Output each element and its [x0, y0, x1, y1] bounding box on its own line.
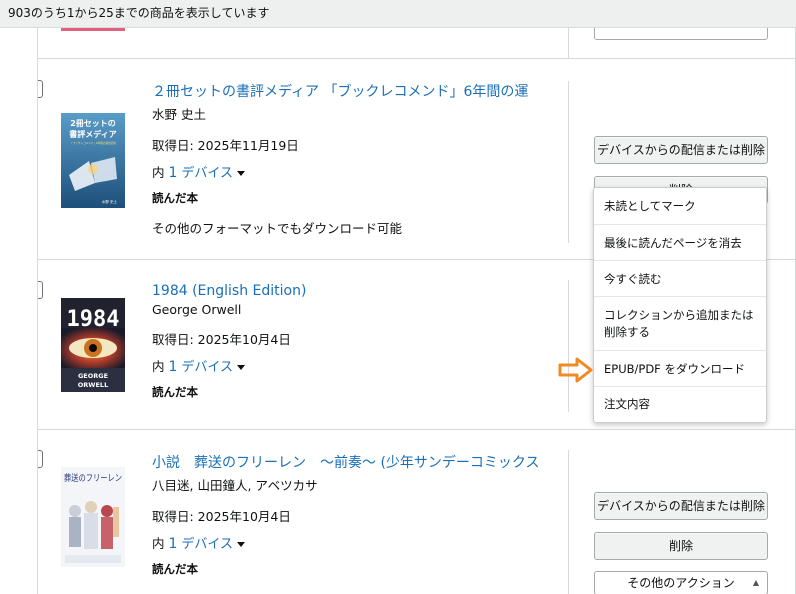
caret-down-icon	[237, 542, 246, 547]
device-prefix: 内	[152, 165, 165, 180]
list-item: 葬送のフリーレン 小説 葬送のフリーレン ～前奏～ (少年サンデーコミックス 八…	[38, 430, 795, 594]
acquired-date: 取得日: 2025年10月4日	[152, 332, 291, 347]
device-count: 1	[168, 536, 178, 552]
book-cover-image: 葬送のフリーレン	[61, 467, 125, 567]
device-label: デバイス	[181, 537, 234, 552]
device-count: 1	[168, 165, 178, 181]
cover-title-line2: 書評メディア	[69, 129, 116, 139]
book-title-link[interactable]: 小説 葬送のフリーレン ～前奏～ (少年サンデーコミックス	[152, 452, 542, 472]
item-details: 小説 葬送のフリーレン ～前奏～ (少年サンデーコミックス 八目迷, 山田鐘人,…	[152, 452, 542, 577]
device-label: デバイス	[181, 166, 234, 181]
more-actions-menu: 未読としてマーク 最後に読んだページを消去 今すぐ読む コレクションから追加また…	[593, 187, 768, 423]
column-divider	[568, 450, 569, 594]
menu-item-read-now[interactable]: 今すぐ読む	[594, 261, 766, 297]
column-divider	[568, 81, 569, 243]
book-author: 水野 史土	[152, 107, 206, 122]
cover-author: 水野 史土	[102, 199, 118, 204]
menu-item-order-details[interactable]: 注文内容	[594, 387, 766, 422]
cover-subtitle: 「ブックレコメンド」6年間の運営記録	[70, 141, 116, 145]
more-actions-label: その他のアクション	[627, 576, 735, 590]
read-status: 読んだ本	[152, 191, 198, 205]
book-cover: 2冊セットの 書評メディア 「ブックレコメンド」6年間の運営記録 水野 史土	[61, 113, 125, 208]
cover-title: 1984	[67, 307, 120, 332]
list-item-previous	[38, 28, 795, 59]
more-actions-button-partial[interactable]	[594, 28, 768, 40]
cover-title-line1: 2冊セットの	[70, 119, 116, 128]
book-cover-image: 2冊セットの 書評メディア 「ブックレコメンド」6年間の運営記録 水野 史土	[61, 113, 125, 208]
item-details: 1984 (English Edition) George Orwell 取得日…	[152, 283, 542, 400]
more-actions-button[interactable]: その他のアクション ▲︎	[594, 571, 768, 594]
deliver-or-delete-button[interactable]: デバイスからの配信または削除	[594, 136, 768, 164]
menu-item-mark-unread[interactable]: 未読としてマーク	[594, 188, 766, 225]
cover-author-line2: ORWELL	[78, 381, 108, 389]
acquired-date: 取得日: 2025年10月4日	[152, 509, 291, 524]
item-checkbox[interactable]	[38, 80, 43, 98]
column-divider	[568, 280, 569, 412]
column-divider	[568, 28, 569, 59]
deliver-or-delete-button[interactable]: デバイスからの配信または削除	[594, 492, 768, 520]
book-cover-image: 1984 GEORGE ORWELL	[61, 298, 125, 392]
read-status: 読んだ本	[152, 385, 198, 399]
device-prefix: 内	[152, 536, 165, 551]
cover-author-line1: GEORGE	[78, 372, 108, 380]
read-status: 読んだ本	[152, 562, 198, 576]
menu-item-collection[interactable]: コレクションから追加または削除する	[594, 297, 768, 351]
acquired-date: 取得日: 2025年11月19日	[152, 138, 299, 153]
results-summary-bar: 903のうち1から25までの商品を表示しています	[0, 0, 796, 28]
menu-item-download-epub-pdf[interactable]: EPUB/PDF をダウンロード	[594, 351, 766, 387]
cover-title: 葬送のフリーレン	[64, 472, 122, 484]
item-checkbox[interactable]	[38, 450, 43, 468]
menu-item-clear-last-page[interactable]: 最後に読んだページを消去	[594, 225, 766, 261]
book-cover: 1984 GEORGE ORWELL	[61, 298, 125, 392]
cover-partial	[61, 28, 125, 31]
other-formats-note: その他のフォーマットでもダウンロード可能	[152, 221, 403, 236]
delete-button[interactable]: 削除	[594, 532, 768, 560]
caret-down-icon	[237, 171, 246, 176]
book-author: 八目迷, 山田鐘人, アベツカサ	[152, 478, 318, 493]
book-title-link[interactable]: ２冊セットの書評メディア 「ブックレコメンド」6年間の運	[152, 81, 542, 101]
device-count: 1	[168, 359, 178, 375]
device-prefix: 内	[152, 359, 165, 374]
arrow-right-icon	[558, 357, 593, 383]
dropdown-caret-icon: ▲︎	[752, 578, 759, 587]
device-info[interactable]: 内 1 デバイス	[152, 356, 542, 375]
book-cover: 葬送のフリーレン	[61, 467, 125, 567]
device-info[interactable]: 内 1 デバイス	[152, 162, 542, 181]
item-details: ２冊セットの書評メディア 「ブックレコメンド」6年間の運 水野 史土 取得日: …	[152, 81, 542, 237]
book-title-link[interactable]: 1984 (English Edition)	[152, 283, 542, 299]
device-info[interactable]: 内 1 デバイス	[152, 533, 542, 552]
book-author: George Orwell	[152, 302, 242, 317]
item-checkbox[interactable]	[38, 281, 43, 299]
results-count-text: 903のうち1から25までの商品を表示しています	[8, 6, 270, 20]
device-label: デバイス	[181, 360, 234, 375]
caret-down-icon	[237, 365, 246, 370]
